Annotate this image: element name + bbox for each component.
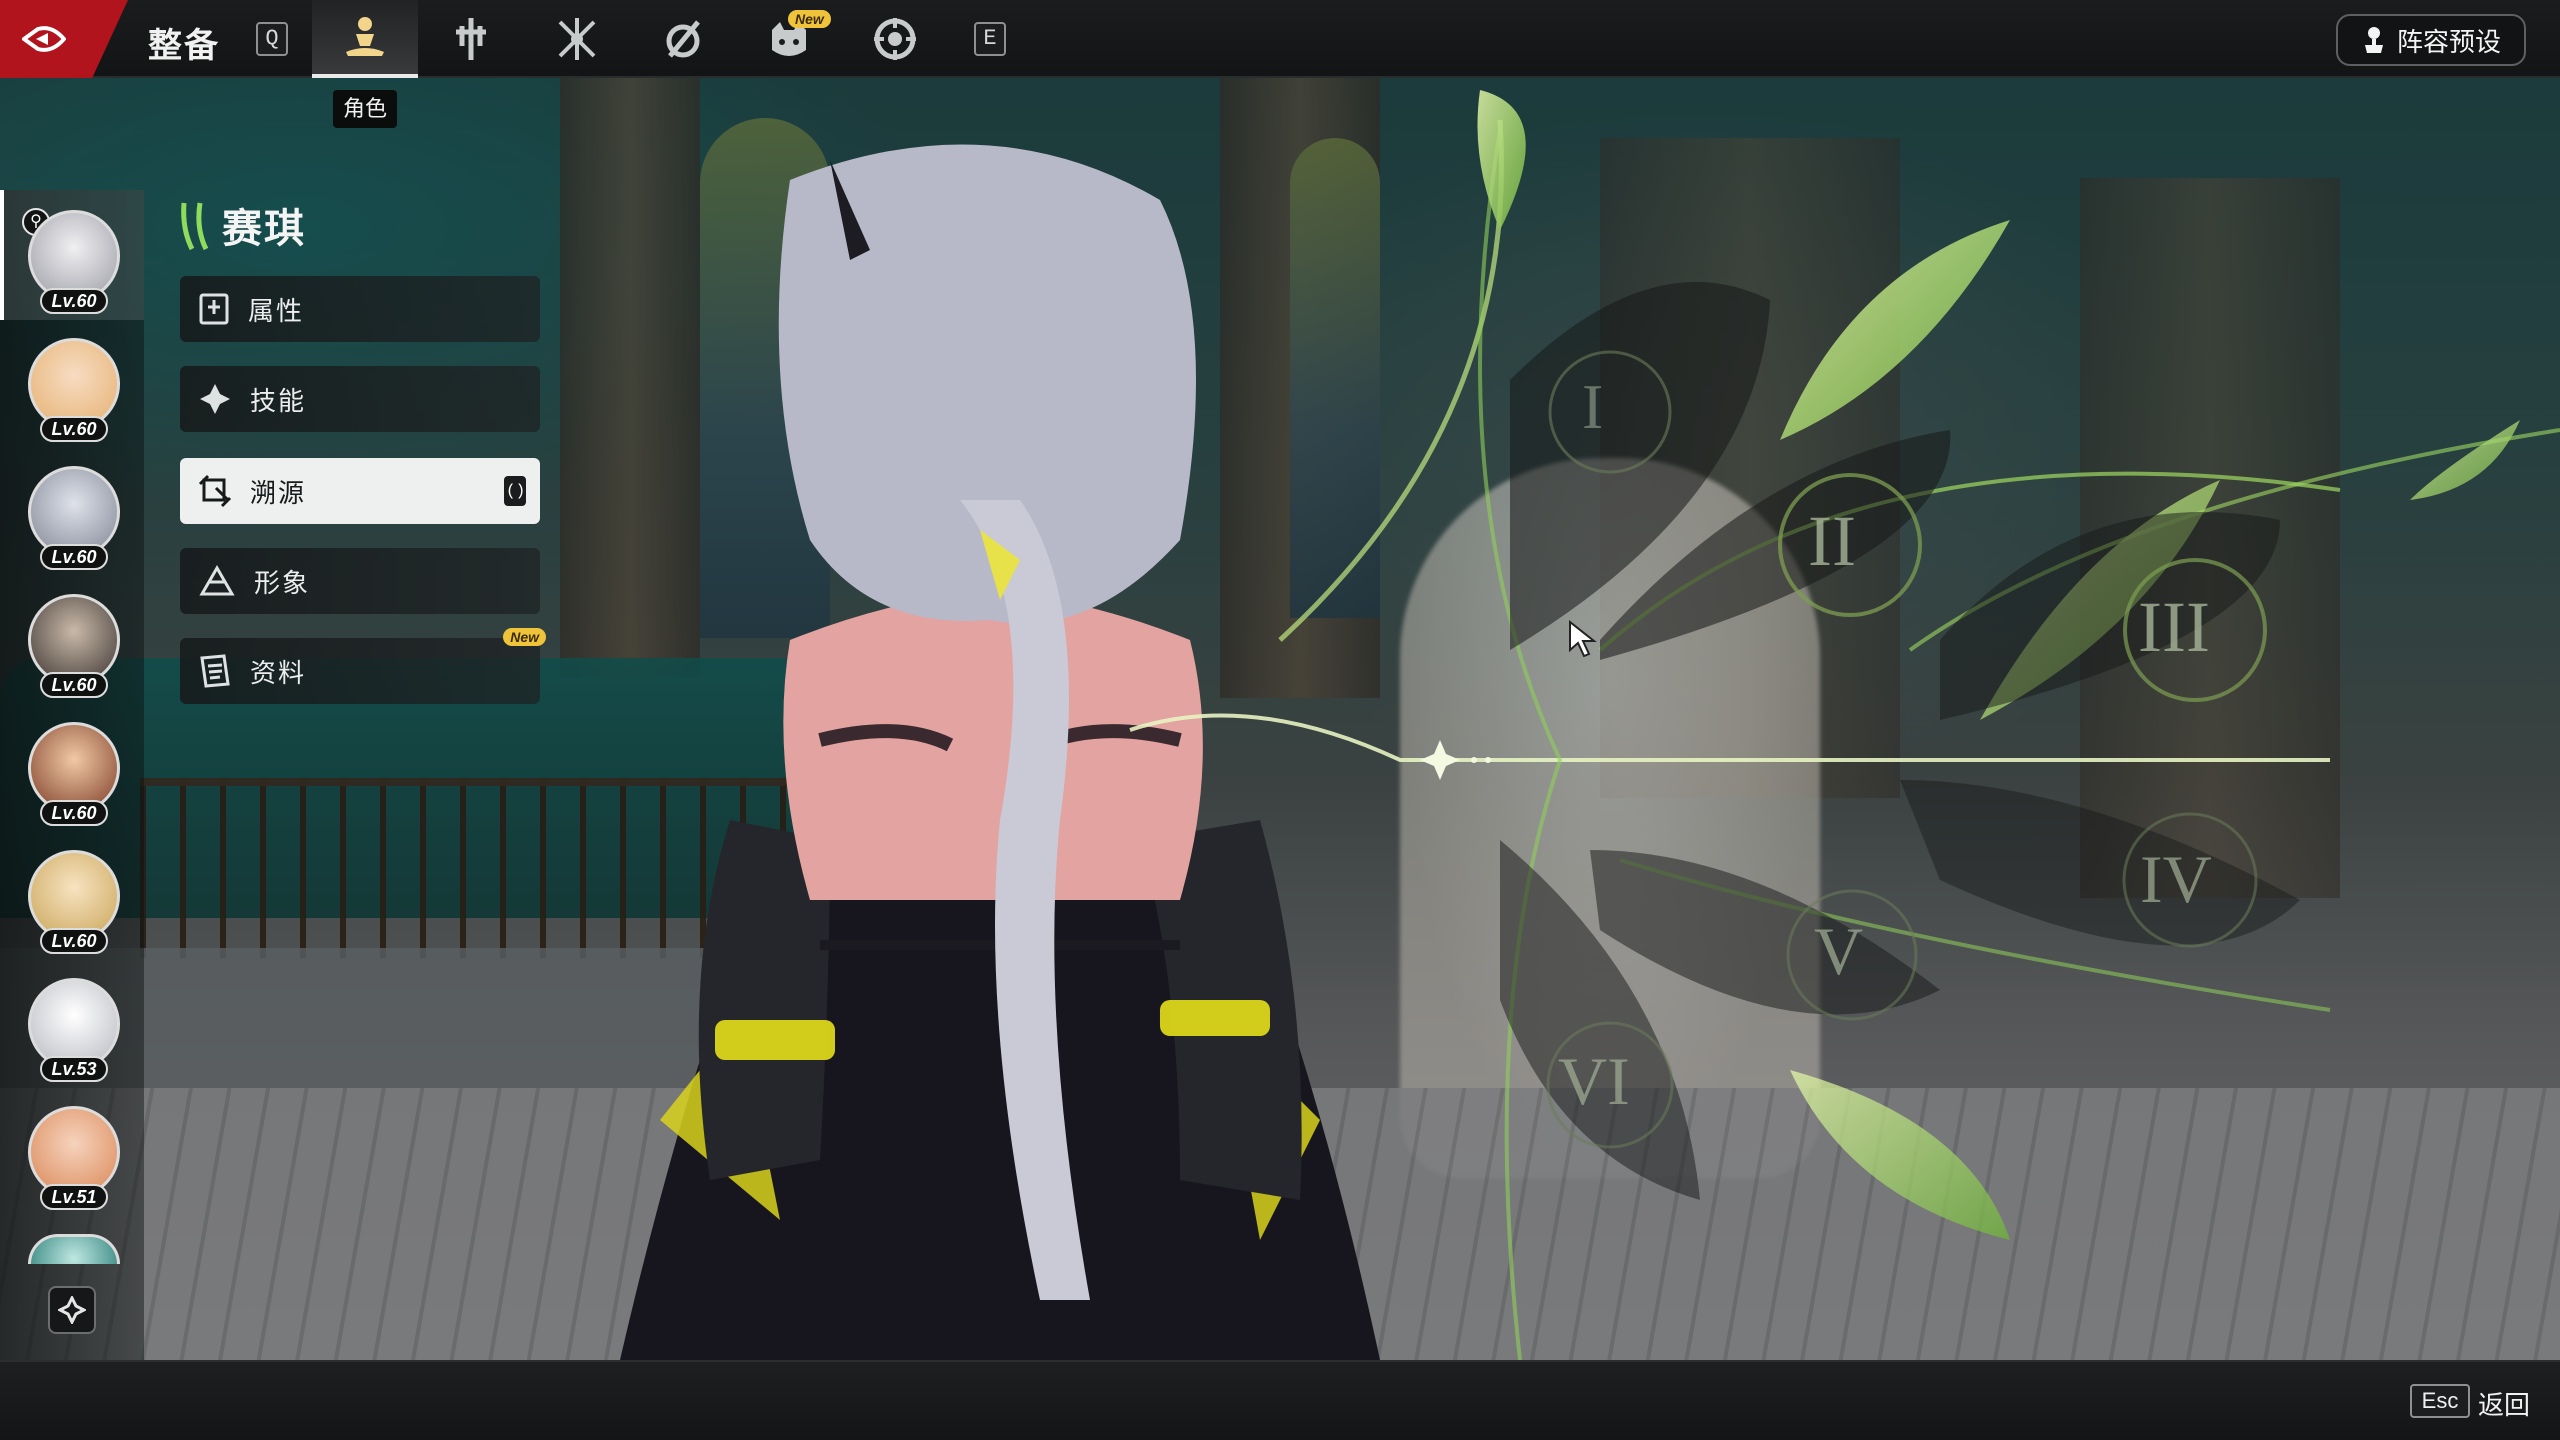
tab-pet[interactable]: New <box>736 0 842 78</box>
team-preset-label: 阵容预设 <box>2396 26 2501 57</box>
return-label[interactable]: 返回 <box>2478 1385 2530 1422</box>
roster-level: Lv.60 <box>40 928 108 954</box>
tab-matrix[interactable] <box>524 0 630 78</box>
team-preset-icon <box>2364 27 2383 53</box>
weapon-icon <box>456 18 486 60</box>
trace-node-2[interactable]: II <box>1808 500 1856 583</box>
roster-level: Lv.60 <box>40 288 108 314</box>
character-name: 赛琪 <box>222 207 306 251</box>
trace-node-6[interactable]: VI <box>1558 1042 1630 1121</box>
skill-icon <box>200 384 230 414</box>
character-roster: ⚲ Lv.60 Lv.60 Lv.60 Lv.60 Lv.60 Lv.60 Lv… <box>0 190 144 1360</box>
back-button[interactable] <box>0 0 128 78</box>
tab-tooltip: 角色 <box>333 90 397 128</box>
top-navigation-bar: 整备 Q New E 阵容预设 <box>0 0 2560 78</box>
gear-icon <box>874 18 916 60</box>
roster-level: Lv.60 <box>40 544 108 570</box>
trace-icon <box>198 474 232 508</box>
character-model <box>620 144 1380 1360</box>
tab-relic[interactable] <box>630 0 736 78</box>
roster-level: Lv.51 <box>40 1184 108 1210</box>
trace-node-5[interactable]: V <box>1814 912 1863 991</box>
esc-key-hint[interactable]: Esc <box>2410 1384 2470 1418</box>
prev-tab-key-hint[interactable]: Q <box>256 22 288 56</box>
roster-filter-button[interactable] <box>48 1286 96 1334</box>
menu-key-hint: () <box>504 476 526 506</box>
attributes-icon <box>199 293 229 325</box>
back-arrow-icon <box>22 26 66 52</box>
bottom-bar: Esc 返回 <box>0 1360 2560 1440</box>
roster-avatar-partial[interactable] <box>28 1234 120 1264</box>
roster-level: Lv.60 <box>40 416 108 442</box>
page-title: 整备 <box>148 27 220 65</box>
trace-node-1[interactable]: I <box>1582 370 1603 444</box>
character-name-header: 赛琪 <box>180 196 306 254</box>
tab-character[interactable] <box>312 0 418 78</box>
new-badge: New <box>503 628 546 646</box>
menu-skills[interactable]: 技能 <box>180 366 540 432</box>
trace-node-3[interactable]: III <box>2138 586 2210 669</box>
element-icon <box>181 202 209 251</box>
menu-label: 属性 <box>248 295 305 326</box>
appearance-icon <box>199 564 235 596</box>
filter-icon <box>58 1296 86 1324</box>
scene-building <box>2080 178 2340 898</box>
character-icon <box>346 17 384 56</box>
menu-appearance[interactable]: 形象 <box>180 548 540 614</box>
trace-node-4[interactable]: IV <box>2140 840 2212 919</box>
new-badge: New <box>788 10 831 28</box>
menu-label: 溯源 <box>250 477 307 508</box>
menu-attributes[interactable]: 属性 <box>180 276 540 342</box>
matrix-icon <box>558 18 596 60</box>
roster-level: Lv.60 <box>40 672 108 698</box>
team-preset-button[interactable]: 阵容预设 <box>2336 14 2526 66</box>
menu-label: 技能 <box>250 385 307 416</box>
tab-gear[interactable] <box>842 0 948 78</box>
roster-level: Lv.53 <box>40 1056 108 1082</box>
next-tab-key-hint[interactable]: E <box>974 22 1006 56</box>
profile-icon <box>200 654 230 688</box>
mouse-cursor-icon <box>1569 620 1597 658</box>
menu-profile[interactable]: 资料 New <box>180 628 546 704</box>
menu-label: 形象 <box>254 567 311 598</box>
menu-label: 资料 <box>250 657 307 688</box>
relic-icon <box>666 20 700 58</box>
roster-level: Lv.60 <box>40 800 108 826</box>
menu-trace[interactable]: 溯源 () <box>180 458 540 524</box>
tab-weapon[interactable] <box>418 0 524 78</box>
